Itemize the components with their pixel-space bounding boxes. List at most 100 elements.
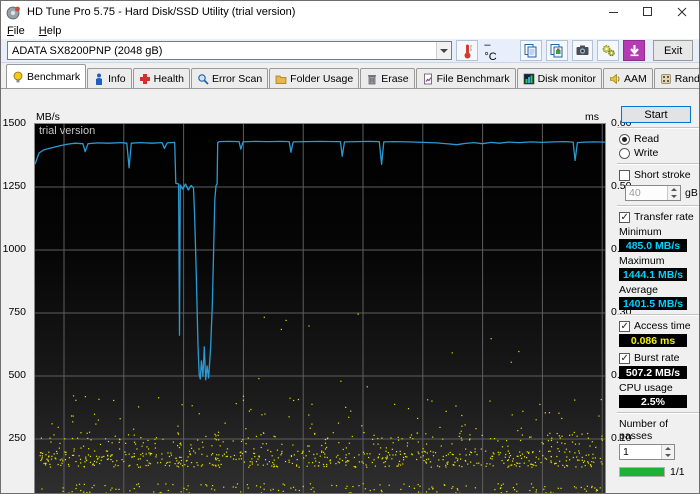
left-tick-1000: 1000	[2, 243, 26, 255]
tab-label: Erase	[381, 73, 409, 85]
left-axis-unit: MB/s	[36, 111, 60, 123]
separator	[617, 412, 699, 414]
stepper-up-icon[interactable]	[668, 186, 680, 193]
tab-label: Info	[108, 73, 126, 85]
short-stroke-size-stepper[interactable]: 40	[625, 185, 681, 201]
benchmark-page: MB/s ms 1500 1250 1000 750 500 250 0.60 0.50 0.…	[1, 89, 699, 493]
chart-canvas	[35, 124, 605, 493]
update-download-icon[interactable]	[623, 40, 646, 61]
short-stroke-unit: gB	[685, 187, 698, 199]
left-tick-500: 500	[8, 369, 26, 381]
progress-row: 1/1	[619, 466, 699, 478]
toolbar: ADATA SX8200PNP (2048 gB) – °C Exit	[1, 39, 699, 63]
exit-button[interactable]: Exit	[653, 40, 694, 61]
access-time-value: 0.086 ms	[619, 334, 687, 347]
tab-info[interactable]: Info	[87, 68, 132, 88]
minimize-button[interactable]	[597, 1, 631, 23]
maximum-value: 1444.1 MB/s	[619, 268, 687, 281]
read-radio-label: Read	[634, 133, 660, 145]
tab-label: Disk monitor	[537, 73, 596, 85]
erase-icon	[366, 73, 378, 85]
left-tick-1500: 1500	[2, 117, 26, 129]
menubar: File Help	[1, 23, 699, 39]
passes-value: 1	[623, 446, 629, 458]
temperature-value: – °C	[484, 38, 497, 63]
passes-label: Number of passes	[619, 418, 669, 442]
app-window: HD Tune Pro 5.75 - Hard Disk/SSD Utility…	[0, 0, 700, 494]
tab-random-access[interactable]: Random Access	[653, 68, 699, 88]
access-time-checkbox[interactable]	[619, 320, 630, 332]
left-tick-250: 250	[8, 432, 26, 444]
stepper-down-icon[interactable]	[662, 452, 674, 459]
separator	[617, 314, 699, 316]
benchmark-chart: trial version	[34, 123, 606, 493]
error-scan-icon	[197, 73, 209, 85]
write-radio-row[interactable]: Write	[619, 147, 699, 159]
tab-label: Health	[153, 73, 184, 85]
tab-health[interactable]: Health	[132, 68, 190, 88]
menu-help[interactable]: Help	[39, 25, 62, 37]
stepper-down-icon[interactable]	[668, 193, 680, 200]
tab-disk-monitor[interactable]: Disk monitor	[516, 68, 602, 88]
pass-progress-label: 1/1	[670, 466, 685, 478]
minimum-value: 485.0 MB/s	[619, 239, 687, 252]
tab-erase[interactable]: Erase	[360, 68, 415, 88]
drive-select-value: ADATA SX8200PNP (2048 gB)	[12, 44, 163, 57]
window-title: HD Tune Pro 5.75 - Hard Disk/SSD Utility…	[27, 6, 296, 18]
pass-progress-bar	[619, 467, 665, 477]
thermometer-icon[interactable]	[456, 40, 479, 61]
save-image-icon[interactable]	[545, 40, 568, 61]
random-access-icon	[660, 73, 672, 85]
menu-file[interactable]: File	[7, 25, 25, 37]
tab-label: Benchmark	[27, 71, 81, 83]
tabbar: Benchmark Info Health Error Scan Folder Usag…	[1, 63, 699, 89]
benchmark-options-panel: Start Read Write Short stroke 40 gB ✓ Tr…	[613, 89, 699, 493]
write-radio[interactable]	[619, 147, 630, 159]
file-benchmark-icon	[422, 73, 434, 85]
right-axis-unit: ms	[585, 111, 599, 123]
tab-folder-usage[interactable]: Folder Usage	[269, 68, 360, 88]
read-radio[interactable]	[619, 133, 630, 145]
tab-label: AAM	[623, 73, 647, 85]
disk-monitor-icon	[523, 73, 535, 85]
drive-select[interactable]: ADATA SX8200PNP (2048 gB)	[7, 41, 453, 60]
benchmark-icon	[12, 71, 24, 83]
transfer-rate-row[interactable]: Transfer rate	[619, 211, 699, 223]
burst-rate-checkbox[interactable]	[619, 352, 630, 364]
short-stroke-checkbox[interactable]	[619, 169, 630, 181]
gears-icon[interactable]	[597, 40, 620, 61]
copy-screenshot-icon[interactable]	[519, 40, 542, 61]
burst-rate-value: 507.2 MB/s	[619, 366, 687, 379]
average-label: Average	[619, 284, 658, 296]
start-button[interactable]: Start	[621, 106, 691, 123]
window-controls	[597, 1, 699, 23]
tab-label: Error Scan	[211, 73, 263, 85]
separator	[617, 205, 699, 207]
tab-aam[interactable]: AAM	[602, 68, 653, 88]
close-button[interactable]	[665, 1, 699, 23]
tab-error-scan[interactable]: Error Scan	[190, 68, 269, 88]
cpu-usage-label: CPU usage	[619, 382, 673, 394]
burst-rate-label: Burst rate	[634, 352, 680, 364]
access-time-row[interactable]: Access time	[619, 320, 699, 332]
short-stroke-size-value: 40	[629, 187, 641, 199]
tab-file-benchmark[interactable]: File Benchmark	[415, 68, 516, 88]
aam-icon	[609, 73, 621, 85]
tab-benchmark[interactable]: Benchmark	[6, 64, 87, 88]
chevron-down-icon[interactable]	[436, 42, 452, 59]
short-stroke-row[interactable]: Short stroke	[619, 169, 699, 181]
tab-label: File Benchmark	[436, 73, 510, 85]
info-icon	[93, 73, 105, 85]
stepper-up-icon[interactable]	[662, 445, 674, 452]
burst-rate-row[interactable]: Burst rate	[619, 352, 699, 364]
passes-stepper[interactable]: 1	[619, 444, 675, 460]
maximize-button[interactable]	[631, 1, 665, 23]
write-radio-label: Write	[634, 147, 659, 159]
trial-watermark: trial version	[39, 125, 96, 137]
access-time-label: Access time	[634, 320, 691, 332]
transfer-rate-checkbox[interactable]	[619, 211, 630, 223]
camera-icon[interactable]	[571, 40, 594, 61]
short-stroke-label: Short stroke	[634, 169, 691, 181]
read-radio-row[interactable]: Read	[619, 133, 699, 145]
minimum-label: Minimum	[619, 226, 662, 238]
